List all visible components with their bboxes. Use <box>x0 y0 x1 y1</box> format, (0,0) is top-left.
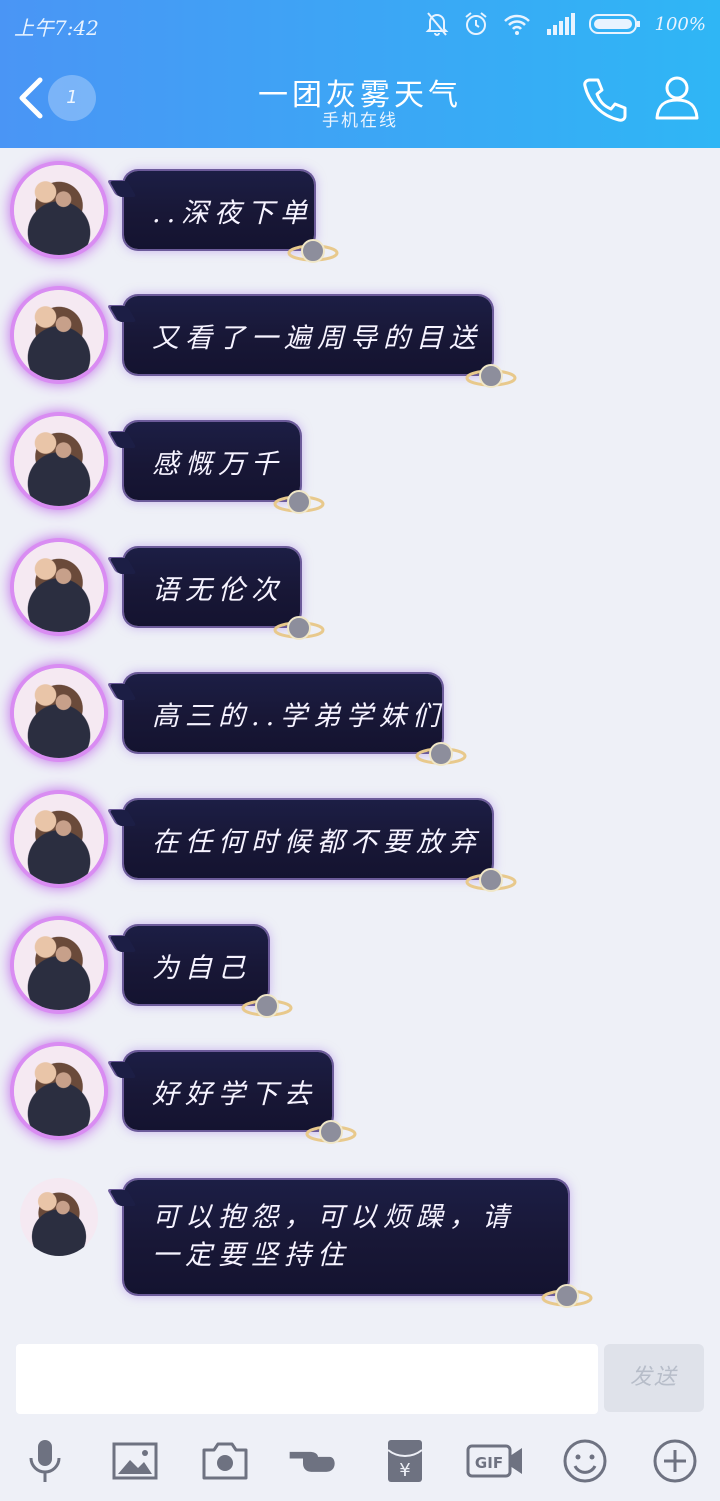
avatar[interactable] <box>20 1178 98 1256</box>
bubble-tail <box>109 936 137 952</box>
message-input[interactable] <box>16 1344 598 1414</box>
status-icons: 100% <box>425 10 706 38</box>
message-bubble[interactable]: 语无伦次 <box>109 548 325 640</box>
message-text: 高三的..学弟学妹们 <box>152 700 446 732</box>
avatar[interactable] <box>14 668 104 758</box>
status-time: 上午7:42 <box>14 16 99 40</box>
avatar[interactable] <box>14 920 104 1010</box>
image-icon[interactable] <box>110 1436 160 1486</box>
avatar[interactable] <box>14 290 104 380</box>
planet-icon <box>465 868 517 892</box>
planet-icon <box>541 1284 593 1308</box>
send-button[interactable]: 发送 <box>604 1344 704 1412</box>
planet-icon <box>415 742 467 766</box>
message-text: ..深夜下单 <box>152 197 314 229</box>
bubble-tail <box>109 810 137 826</box>
red-packet-icon[interactable]: ¥ <box>380 1436 430 1486</box>
planet-icon <box>273 490 325 514</box>
message-bubble[interactable]: 又看了一遍周导的目送 <box>109 296 517 388</box>
planet-icon <box>305 1120 357 1144</box>
mute-bell-icon <box>425 12 448 36</box>
message-bubble[interactable]: 高三的..学弟学妹们 <box>109 674 467 766</box>
signal-icon <box>546 13 575 35</box>
planet-icon <box>273 616 325 640</box>
message-bubble[interactable]: 可以抱怨，可以烦躁，请一定要坚持住 <box>109 1180 593 1308</box>
avatar[interactable] <box>14 165 104 255</box>
bubble-tail <box>109 432 137 448</box>
hongbao-hand-icon[interactable] <box>288 1436 338 1486</box>
alarm-icon <box>464 12 487 35</box>
plus-icon[interactable] <box>650 1436 700 1486</box>
emoji-icon[interactable] <box>560 1436 610 1486</box>
message-text: 好好学下去 <box>152 1078 317 1110</box>
bubble-tail <box>109 181 137 197</box>
wifi-icon <box>503 14 530 35</box>
message-bubble[interactable]: 为自己 <box>109 926 293 1018</box>
gif-icon[interactable]: GIF <box>466 1436 524 1486</box>
message-bubble[interactable]: 好好学下去 <box>109 1052 357 1144</box>
message-text: 为自己 <box>152 952 251 984</box>
planet-icon <box>287 239 339 263</box>
bubble-tail <box>109 1062 137 1078</box>
avatar[interactable] <box>14 794 104 884</box>
avatar[interactable] <box>14 416 104 506</box>
battery-icon <box>588 14 640 34</box>
title-bar: 上午7:42 100% 1 一团灰雾天气 手机在线 <box>0 0 720 148</box>
avatar[interactable] <box>14 542 104 632</box>
bubble-tail <box>109 1190 137 1206</box>
message-text: 又看了一遍周导的目送 <box>152 322 482 354</box>
message-text: 在任何时候都不要放弃 <box>152 826 482 858</box>
message-bubble[interactable]: 感慨万千 <box>109 422 325 514</box>
battery-percent: 100% <box>654 13 706 35</box>
message-text: 语无伦次 <box>152 574 284 606</box>
phone-icon[interactable] <box>580 74 630 124</box>
message-text: 可以抱怨，可以烦躁，请一定要坚持住 <box>152 1202 515 1271</box>
composer: 发送 ¥ GIF <box>0 1330 720 1501</box>
planet-icon <box>465 364 517 388</box>
avatar[interactable] <box>14 1046 104 1136</box>
planet-icon <box>241 994 293 1018</box>
bubble-tail <box>109 306 137 322</box>
bubble-tail <box>109 684 137 700</box>
message-text: 感慨万千 <box>152 448 284 480</box>
bubble-tail <box>109 558 137 574</box>
message-bubble[interactable]: 在任何时候都不要放弃 <box>109 800 517 892</box>
microphone-icon[interactable] <box>20 1436 70 1486</box>
message-bubble[interactable]: ..深夜下单 <box>109 171 339 263</box>
profile-icon[interactable] <box>652 72 702 122</box>
svg-text:GIF: GIF <box>475 1454 503 1472</box>
toolbar: ¥ GIF <box>0 1430 720 1494</box>
camera-icon[interactable] <box>200 1436 250 1486</box>
svg-text:¥: ¥ <box>399 1460 410 1481</box>
